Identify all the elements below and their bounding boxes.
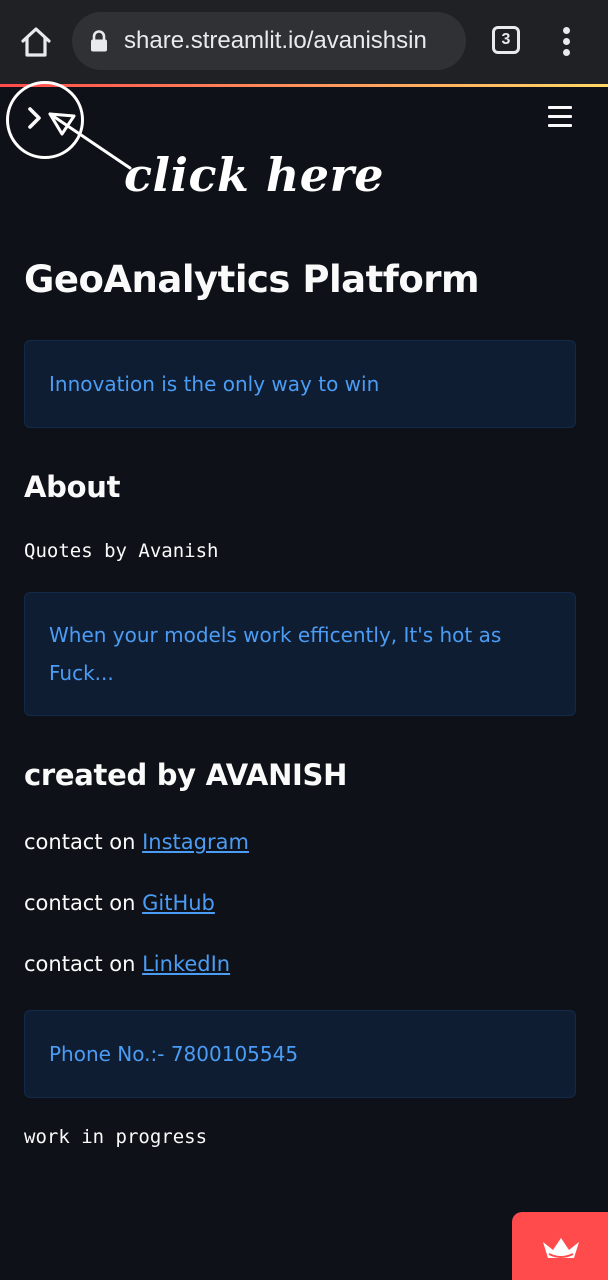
lock-icon: [90, 30, 108, 52]
url-text[interactable]: share.streamlit.io/avanishsin: [124, 12, 458, 70]
instagram-link[interactable]: Instagram: [142, 830, 249, 854]
crown-icon: [540, 1234, 582, 1264]
linkedin-link[interactable]: LinkedIn: [142, 952, 230, 976]
contact-prefix: contact on: [24, 830, 143, 854]
info-quote: When your models work efficently, It's h…: [24, 592, 576, 716]
annotation-text: click here: [124, 148, 385, 202]
created-by-heading: created by AVANISH: [24, 758, 348, 792]
quotes-by-text: Quotes by Avanish: [24, 540, 219, 562]
contact-prefix: contact on: [24, 952, 143, 976]
contact-linkedin: contact on LinkedIn: [24, 952, 230, 976]
info-phone: Phone No.:- 7800105545: [24, 1010, 576, 1098]
info-motto: Innovation is the only way to win: [24, 340, 576, 428]
tabs-count-button[interactable]: 3: [492, 26, 520, 54]
about-heading: About: [24, 470, 121, 504]
address-bar[interactable]: share.streamlit.io/avanishsin: [72, 12, 466, 70]
contact-instagram: contact on Instagram: [24, 830, 249, 854]
status-text: work in progress: [24, 1126, 208, 1148]
hamburger-icon[interactable]: [548, 106, 572, 130]
home-icon[interactable]: [16, 22, 56, 62]
more-vert-icon[interactable]: [556, 24, 576, 60]
streamlit-badge[interactable]: [512, 1212, 608, 1280]
page-load-progress: [0, 84, 608, 87]
browser-toolbar: share.streamlit.io/avanishsin 3: [0, 0, 608, 84]
github-link[interactable]: GitHub: [142, 891, 215, 915]
contact-prefix: contact on: [24, 891, 143, 915]
contact-github: contact on GitHub: [24, 891, 215, 915]
page-title: GeoAnalytics Platform: [24, 258, 480, 301]
